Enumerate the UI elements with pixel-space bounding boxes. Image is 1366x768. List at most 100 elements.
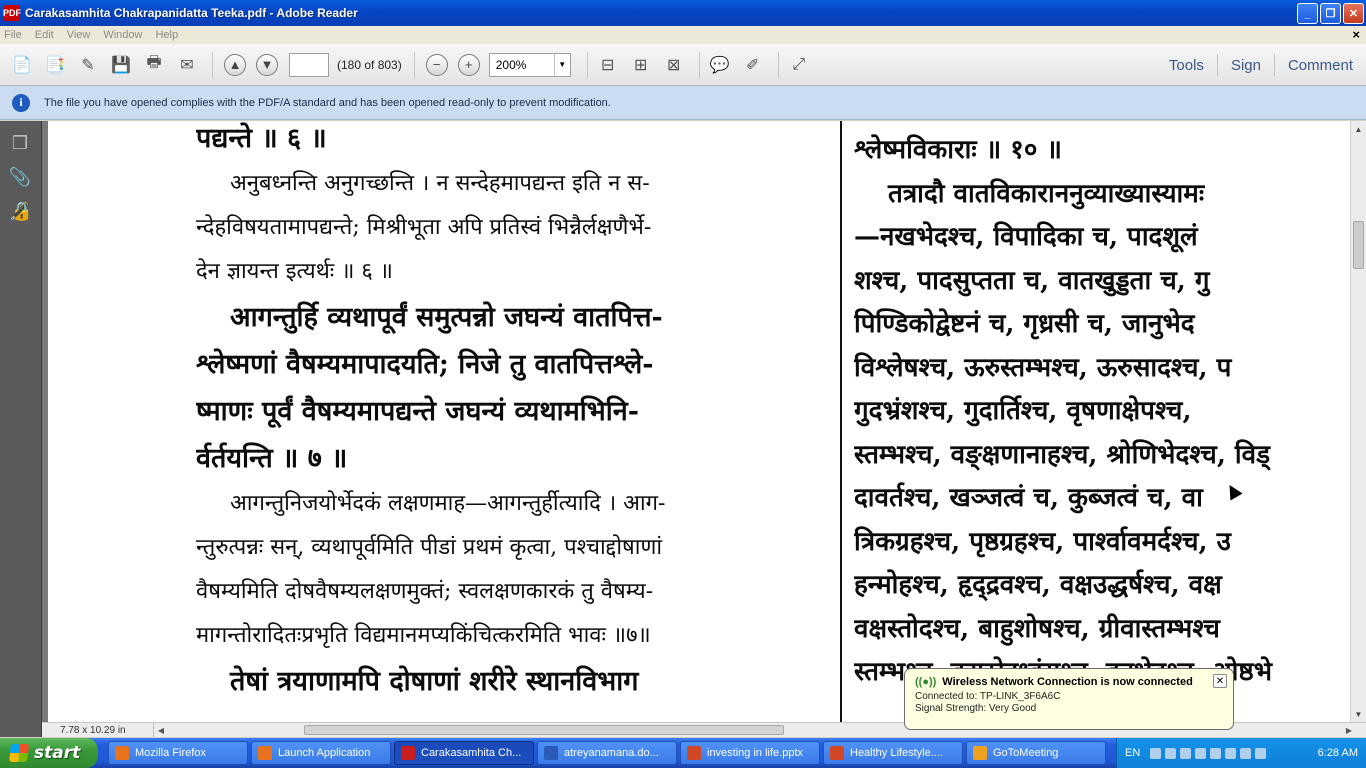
- task-app-icon: [973, 746, 987, 760]
- attachments-icon[interactable]: 📎: [8, 165, 32, 189]
- balloon-connected-to: Connected to: TP-LINK_3F6A6C: [915, 691, 1061, 702]
- text-line: अनुबध्नन्ति अनुगच्छन्ति । न सन्देहमापद्य…: [230, 171, 650, 196]
- taskbar-button[interactable]: atreyanamana.do...: [537, 741, 677, 765]
- task-label: GoToMeeting: [993, 747, 1059, 759]
- sign-button[interactable]: Sign: [1218, 57, 1274, 74]
- page-thumbnails-icon[interactable]: ❐: [8, 131, 32, 155]
- tray-gotomeeting-icon[interactable]: [1225, 747, 1237, 759]
- close-button[interactable]: ✕: [1343, 3, 1364, 24]
- scrollbar-thumb[interactable]: [1353, 221, 1364, 269]
- page-count: (180 of 803): [337, 57, 402, 72]
- create-pdf-icon[interactable]: 📄: [8, 51, 36, 79]
- language-indicator[interactable]: EN: [1125, 747, 1140, 759]
- page-number-input[interactable]: [289, 52, 329, 77]
- task-app-icon: [830, 746, 844, 760]
- text-line: देन ज्ञायन्त इत्यर्थः ॥ ६ ॥: [196, 259, 393, 284]
- close-document-icon[interactable]: ×: [1352, 27, 1360, 42]
- signatures-icon[interactable]: 🔏: [8, 199, 32, 223]
- taskbar-button[interactable]: investing in life.pptx: [680, 741, 820, 765]
- menu-window[interactable]: Window: [103, 29, 142, 41]
- balloon-signal-strength: Signal Strength: Very Good: [915, 703, 1037, 714]
- taskbar-button[interactable]: Mozilla Firefox: [108, 741, 248, 765]
- toolbar-separator: [586, 51, 588, 78]
- scroll-left-icon[interactable]: ◀: [154, 723, 168, 737]
- zoom-out-icon[interactable]: −: [425, 53, 448, 76]
- zoom-value: 200%: [495, 57, 527, 72]
- full-screen-icon[interactable]: ⤢: [785, 51, 813, 79]
- text-line: त्रिकग्रहश्च, पृष्ठग्रहश्च, पार्श्वावमर्…: [854, 526, 1231, 557]
- clock[interactable]: 6:28 AM: [1318, 747, 1358, 759]
- text-line: तत्रादौ वातविकाराननुव्याख्यास्यामः: [888, 178, 1205, 209]
- scroll-down-icon[interactable]: ▼: [1351, 706, 1366, 722]
- tray-security-icon[interactable]: [1195, 747, 1207, 759]
- text-line: र्वर्तयन्ति ॥ ७ ॥: [196, 443, 348, 474]
- page-size: 7.78 x 10.29 in: [42, 723, 154, 737]
- start-label: start: [34, 743, 81, 763]
- text-line: मागन्तोरादितःप्रभृति विद्यमानमप्यकिंचित्…: [196, 623, 651, 648]
- document-viewport[interactable]: पद्यन्ते ॥ ६ ॥ अनुबध्नन्ति अनुगच्छन्ति । …: [42, 121, 1350, 722]
- tray-network-icon[interactable]: [1165, 747, 1177, 759]
- zoom-in-icon[interactable]: +: [457, 53, 480, 76]
- highlight-text-icon[interactable]: ✐: [739, 51, 767, 79]
- next-page-icon[interactable]: ▼: [256, 53, 278, 76]
- start-button[interactable]: start: [0, 738, 98, 768]
- save-icon[interactable]: 💾: [107, 51, 135, 79]
- pdfa-info-text: The file you have opened complies with t…: [44, 96, 611, 109]
- pdfa-info-bar: i The file you have opened complies with…: [0, 86, 1366, 120]
- taskbar-button[interactable]: Launch Application: [251, 741, 391, 765]
- scrolling-mode-icon[interactable]: ⊠: [660, 51, 688, 79]
- pdf-page: पद्यन्ते ॥ ६ ॥ अनुबध्नन्ति अनुगच्छन्ति । …: [48, 121, 1350, 722]
- tools-button[interactable]: Tools: [1156, 57, 1217, 74]
- text-line: आगन्तुर्हि व्यथापूर्वं समुत्पन्नो जघन्यं…: [230, 302, 663, 333]
- zoom-select[interactable]: 200% ▼: [488, 52, 571, 77]
- task-app-icon: [115, 746, 129, 760]
- task-label: investing in life.pptx: [707, 747, 803, 759]
- tray-help-icon[interactable]: [1150, 747, 1162, 759]
- taskbar-button[interactable]: GoToMeeting: [966, 741, 1106, 765]
- edit-pdf-icon[interactable]: ✎: [74, 51, 102, 79]
- comment-button[interactable]: Comment: [1275, 57, 1366, 74]
- sticky-note-icon[interactable]: 💬: [706, 51, 734, 79]
- scroll-right-icon[interactable]: ▶: [1342, 723, 1356, 737]
- text-line: वक्षस्तोदश्च, बाहुशोषश्च, ग्रीवास्तम्भश्…: [854, 613, 1220, 644]
- menu-help[interactable]: Help: [155, 29, 178, 41]
- email-icon[interactable]: ✉: [173, 51, 201, 79]
- text-line: पिण्डिकोद्वेष्टनं च, गृध्रसी च, जानुभेद: [854, 309, 1195, 339]
- taskbar: start Mozilla Firefox Launch Application C…: [0, 738, 1366, 768]
- task-app-icon: [687, 746, 701, 760]
- toolbar-separator: [777, 51, 779, 78]
- tray-update-icon[interactable]: [1240, 747, 1252, 759]
- minimize-button[interactable]: _: [1297, 3, 1318, 24]
- toolbar-separator: [698, 51, 700, 78]
- previous-page-icon[interactable]: ▲: [224, 53, 246, 76]
- wireless-signal-icon: ((●)): [915, 676, 937, 688]
- tray-wireless-icon[interactable]: [1210, 747, 1222, 759]
- hscrollbar-thumb[interactable]: [304, 725, 784, 735]
- taskbar-button[interactable]: Carakasamhita Ch...: [394, 741, 534, 765]
- menu-file[interactable]: File: [4, 29, 22, 41]
- text-line: दावर्तश्च, खञ्जत्वं च, कुब्जत्वं च, वा: [854, 483, 1203, 513]
- text-line: विश्लेषश्च, ऊरुस्तम्भश्च, ऊरुसादश्च, प: [854, 352, 1232, 383]
- menu-edit[interactable]: Edit: [35, 29, 54, 41]
- vertical-scrollbar[interactable]: ▲ ▼: [1350, 121, 1366, 722]
- title-bar: PDF Carakasamhita Chakrapanidatta Teeka.…: [0, 0, 1366, 26]
- windows-logo-icon: [9, 744, 29, 762]
- window-title: Carakasamhita Chakrapanidatta Teeka.pdf …: [25, 6, 358, 20]
- tray-volume-icon[interactable]: [1180, 747, 1192, 759]
- fit-width-icon[interactable]: ⊞: [627, 51, 655, 79]
- combine-files-icon[interactable]: 📑: [41, 51, 69, 79]
- restore-button[interactable]: ❐: [1320, 3, 1341, 24]
- chevron-down-icon[interactable]: ▼: [553, 53, 570, 76]
- tray-battery-icon[interactable]: [1255, 747, 1267, 759]
- balloon-title: Wireless Network Connection is now conne…: [942, 676, 1193, 688]
- task-label: atreyanamana.do...: [564, 747, 659, 759]
- taskbar-buttons: Mozilla Firefox Launch Application Carakas…: [108, 741, 1109, 765]
- scroll-up-icon[interactable]: ▲: [1351, 121, 1366, 137]
- fit-page-icon[interactable]: ⊟: [594, 51, 622, 79]
- print-icon[interactable]: 🖶: [140, 51, 168, 79]
- task-label: Mozilla Firefox: [135, 747, 206, 759]
- network-notification-balloon[interactable]: ((●)) Wireless Network Connection is now…: [904, 668, 1234, 730]
- taskbar-button[interactable]: Healthy Lifestyle....: [823, 741, 963, 765]
- menu-view[interactable]: View: [67, 29, 91, 41]
- balloon-close-icon[interactable]: ✕: [1213, 674, 1227, 688]
